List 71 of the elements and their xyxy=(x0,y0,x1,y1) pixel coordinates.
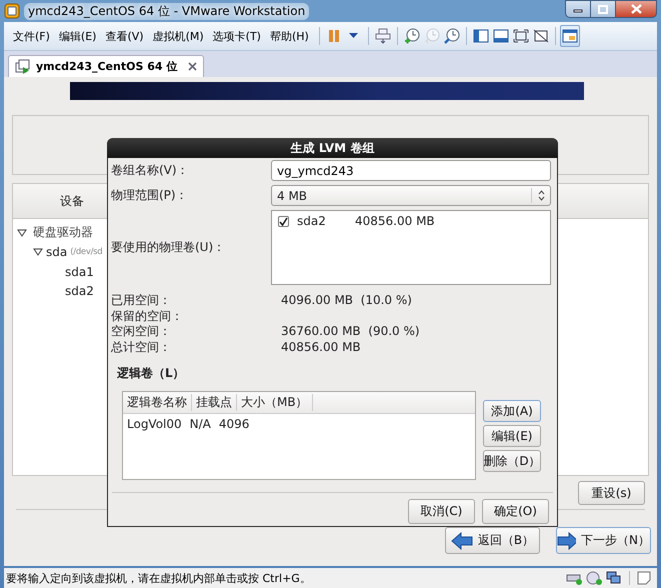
left-arrow-icon xyxy=(450,532,473,550)
edit-button[interactable]: 编辑(E) xyxy=(483,425,541,447)
menu-item[interactable]: 查看(V) xyxy=(102,28,147,44)
toolbar-button[interactable] xyxy=(560,25,580,47)
status-message: 要将输入定向到该虚拟机，请在虚拟机内部单击或按 Ctrl+G。 xyxy=(6,570,312,586)
column-header[interactable]: 逻辑卷名称 xyxy=(123,394,192,411)
extent-dropdown[interactable]: 4 MB xyxy=(271,185,551,206)
vm-icon xyxy=(15,58,31,74)
vm-tab[interactable]: ymcd243_CentOS 64 位 xyxy=(8,55,204,77)
checkbox[interactable] xyxy=(278,216,289,226)
menu-item[interactable]: 文件(F) xyxy=(10,28,53,44)
stat-label: 空闲空间： xyxy=(111,324,172,340)
sidebar-icon xyxy=(472,29,489,43)
fullscreen-icon xyxy=(512,29,529,43)
stat-label: 已用空间： xyxy=(111,293,172,308)
column-header[interactable]: 大小（MB） xyxy=(237,394,313,411)
network-icon[interactable] xyxy=(606,571,622,585)
name-field[interactable]: vg_ymcd243 xyxy=(271,160,551,181)
clock-plus-icon xyxy=(404,28,420,44)
device-path: (/dev/sd xyxy=(70,247,102,258)
column-header[interactable]: 挂载点 xyxy=(192,394,237,411)
add-button[interactable]: 添加(A) xyxy=(483,400,541,422)
menu-item[interactable]: 编辑(E) xyxy=(56,28,100,44)
field-label: 要使用的物理卷(U)： xyxy=(111,239,226,256)
tree-item[interactable]: sda2 xyxy=(65,284,94,298)
app-icon xyxy=(4,3,20,19)
clock-wrench-icon xyxy=(444,28,460,44)
dialog-title: 生成 LVM 卷组 xyxy=(107,138,558,158)
ok-button[interactable]: 确定(O) xyxy=(482,499,549,524)
maximize-button[interactable] xyxy=(590,0,616,18)
back-button[interactable]: 返回（B） xyxy=(445,527,540,554)
note-icon[interactable] xyxy=(637,571,651,585)
panel-icon xyxy=(492,29,509,43)
caret-icon xyxy=(349,33,358,39)
reset-button[interactable]: 重设(s) xyxy=(578,481,645,505)
crossed-window-icon xyxy=(532,29,549,43)
tree-item[interactable]: sda1 xyxy=(65,264,94,279)
menu-item[interactable]: 虚拟机(M) xyxy=(150,28,207,44)
close-icon[interactable] xyxy=(188,62,198,71)
stat-value: 36760.00 MB (90.0 %) xyxy=(281,324,421,340)
tree-item[interactable]: 硬盘驱动器 xyxy=(33,224,93,242)
volume-name: sda2 xyxy=(297,214,327,228)
pause-icon xyxy=(326,29,341,43)
delete-button[interactable]: 删除（D） xyxy=(483,450,541,472)
section-title: 逻辑卷（L） xyxy=(117,365,186,382)
expander-icon[interactable] xyxy=(17,228,27,237)
cd-icon[interactable] xyxy=(586,571,602,585)
close-button[interactable] xyxy=(615,0,657,18)
table-cell-text: 4096 xyxy=(218,417,250,431)
stat-label: 保留的空间： xyxy=(111,308,184,324)
close-icon xyxy=(630,4,642,14)
field-label: 卷组名称(V)： xyxy=(111,162,190,179)
menu-item[interactable]: 选项卡(T) xyxy=(210,28,264,44)
spinner-icon xyxy=(538,190,544,201)
tree-item[interactable]: sda xyxy=(46,245,68,260)
stat-value: 40856.00 MB xyxy=(281,340,362,355)
table-cell-text: LogVol00 xyxy=(126,417,183,431)
console-icon xyxy=(562,29,578,43)
cancel-button[interactable]: 取消(C) xyxy=(408,499,475,524)
volume-size: 40856.00 MB xyxy=(355,214,435,228)
expander-icon[interactable] xyxy=(33,248,43,256)
next-button[interactable]: 下一步（N） xyxy=(556,527,651,554)
right-arrow-icon xyxy=(557,532,576,550)
maximize-icon xyxy=(598,4,608,14)
stat-value: 4096.00 MB (10.0 %) xyxy=(281,293,413,308)
table-cell-text: N/A xyxy=(188,417,212,431)
minimize-button[interactable] xyxy=(565,0,591,18)
menu-item[interactable]: 帮助(H) xyxy=(266,28,312,44)
field-label: 物理范围(P)： xyxy=(111,187,189,204)
stat-label: 总计空间： xyxy=(111,340,172,355)
column-header[interactable]: 设备 xyxy=(60,192,84,210)
